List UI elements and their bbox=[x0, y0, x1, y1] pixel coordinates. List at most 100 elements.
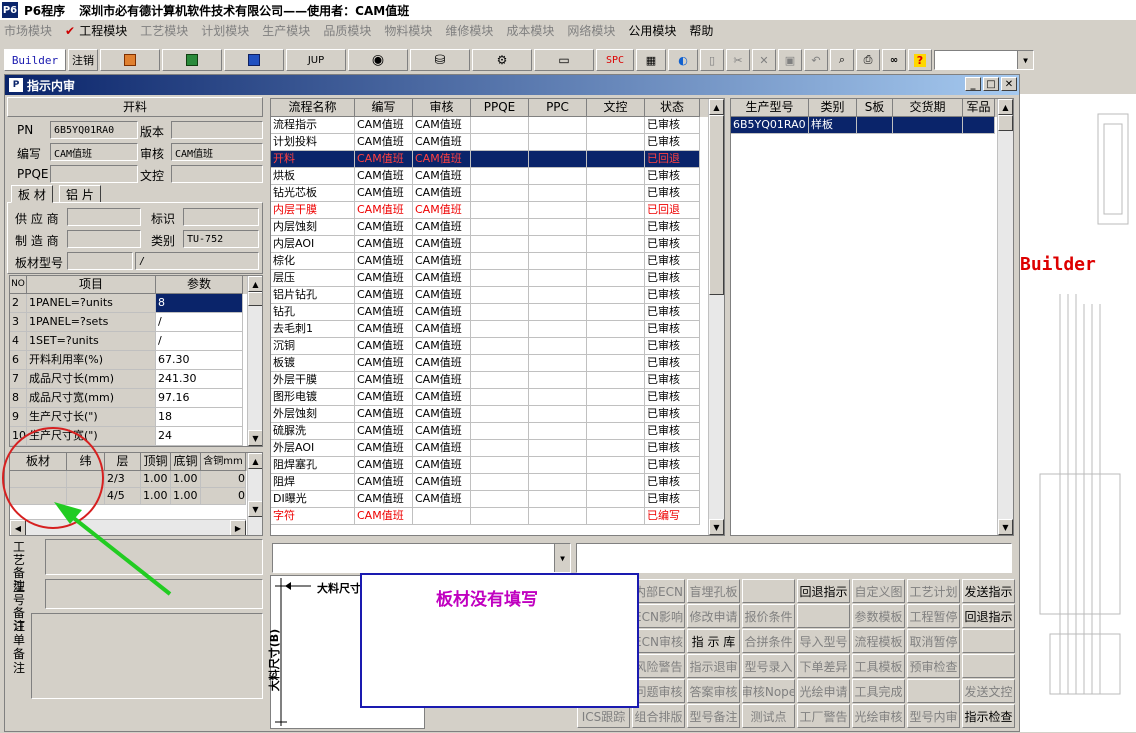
scroll-down-icon[interactable]: ▼ bbox=[248, 430, 262, 446]
category-field[interactable]: TU-752 bbox=[183, 230, 259, 248]
action-button[interactable]: 组合排版 bbox=[632, 704, 685, 728]
flow-row[interactable]: 棕化 CAM值班 CAM值班 已审核 bbox=[271, 253, 724, 270]
menu-item-6[interactable]: 物料模块 bbox=[384, 22, 432, 39]
action-button[interactable]: 工艺计划 bbox=[907, 579, 960, 603]
flow-row[interactable]: 外层AOI CAM值班 CAM值班 已审核 bbox=[271, 440, 724, 457]
flow-row[interactable]: 图形电镀 CAM值班 CAM值班 已审核 bbox=[271, 389, 724, 406]
action-button[interactable]: 测试点 bbox=[742, 704, 795, 728]
flow-row[interactable]: 阻焊塞孔 CAM值班 CAM值班 已审核 bbox=[271, 457, 724, 474]
flow-row[interactable]: 去毛刺1 CAM值班 CAM值班 已审核 bbox=[271, 321, 724, 338]
cut-button[interactable]: ✂ bbox=[726, 49, 750, 71]
board-model-field-2[interactable]: / bbox=[135, 252, 259, 270]
action-button[interactable]: 下单差异 bbox=[797, 654, 850, 678]
flow-row[interactable]: 内层干膜 CAM值班 CAM值班 已回退 bbox=[271, 202, 724, 219]
close-button[interactable]: ✕ bbox=[1001, 77, 1017, 91]
powerpoint-button[interactable] bbox=[100, 49, 160, 71]
action-button[interactable]: 合拼条件 bbox=[742, 629, 795, 653]
flow-row[interactable]: 外层蚀刻 CAM值班 CAM值班 已审核 bbox=[271, 406, 724, 423]
action-button[interactable]: 流程模板 bbox=[852, 629, 905, 653]
menu-item-7[interactable]: 维修模块 bbox=[445, 22, 493, 39]
menu-item-3[interactable]: 计划模块 bbox=[201, 22, 249, 39]
board-model-field[interactable] bbox=[67, 252, 133, 270]
scroll-thumb[interactable] bbox=[248, 292, 262, 306]
builder-button[interactable]: Builder bbox=[4, 49, 66, 71]
word-button[interactable] bbox=[224, 49, 284, 71]
toolbar-dropdown[interactable]: ▼ bbox=[934, 50, 1034, 70]
menu-item-9[interactable]: 网络模块 bbox=[567, 22, 615, 39]
flow-row[interactable]: 字符 CAM值班 已编写 bbox=[271, 508, 724, 525]
spc-button[interactable]: SPC bbox=[596, 49, 634, 71]
ppqe-field[interactable] bbox=[50, 165, 138, 183]
flow-row[interactable]: 外层干膜 CAM值班 CAM值班 已审核 bbox=[271, 372, 724, 389]
scroll-up-icon[interactable]: ▲ bbox=[248, 276, 262, 292]
action-button[interactable]: 回退指示 bbox=[797, 579, 850, 603]
maker-field[interactable] bbox=[67, 230, 141, 248]
param-row[interactable]: 6 开料利用率(%) 67.30 bbox=[10, 351, 262, 370]
scroll-left-icon[interactable]: ◀ bbox=[10, 520, 26, 535]
action-button[interactable]: 指 示 库 bbox=[687, 629, 740, 653]
menu-item-8[interactable]: 成本模块 bbox=[506, 22, 554, 39]
preview-button[interactable]: ⌕ bbox=[830, 49, 854, 71]
action-button[interactable]: 发送指示 bbox=[962, 579, 1015, 603]
action-button[interactable]: 型号内审 bbox=[907, 704, 960, 728]
action-button[interactable]: 修改申请 bbox=[687, 604, 740, 628]
param-row[interactable]: 8 成品尺寸宽(mm) 97.16 bbox=[10, 389, 262, 408]
excel-button[interactable] bbox=[162, 49, 222, 71]
action-button[interactable]: 审核Nope bbox=[742, 679, 795, 703]
supplier-field[interactable] bbox=[67, 208, 141, 226]
action-button[interactable]: 答案审核 bbox=[687, 679, 740, 703]
computer-button[interactable]: ▭ bbox=[534, 49, 594, 71]
save-button[interactable]: ▣ bbox=[778, 49, 802, 71]
flow-filter-combo[interactable]: ▼ bbox=[272, 543, 571, 573]
param-row[interactable]: 3 1PANEL=?sets / bbox=[10, 313, 262, 332]
flow-row[interactable]: 板镀 CAM值班 CAM值班 已审核 bbox=[271, 355, 724, 372]
craft-note-field[interactable] bbox=[45, 539, 263, 575]
action-button[interactable] bbox=[962, 629, 1015, 653]
database-button[interactable]: ⛁ bbox=[410, 49, 470, 71]
scroll-down-icon[interactable]: ▼ bbox=[998, 519, 1013, 535]
view-button[interactable]: ◉ bbox=[348, 49, 408, 71]
flow-row[interactable]: 内层蚀刻 CAM值班 CAM值班 已审核 bbox=[271, 219, 724, 236]
material-row[interactable]: 2/3 1.00 1.00 0 bbox=[10, 471, 262, 488]
scroll-up-icon[interactable]: ▲ bbox=[248, 453, 262, 469]
scroll-right-icon[interactable]: ▶ bbox=[230, 520, 246, 535]
help-button[interactable]: ? bbox=[908, 49, 932, 71]
flow-row[interactable]: 铝片钻孔 CAM值班 CAM值班 已审核 bbox=[271, 287, 724, 304]
undo-button[interactable]: ↶ bbox=[804, 49, 828, 71]
action-button[interactable] bbox=[907, 679, 960, 703]
action-button[interactable]: 取消暂停 bbox=[907, 629, 960, 653]
menu-item-5[interactable]: 品质模块 bbox=[323, 22, 371, 39]
network-button[interactable]: ⚙ bbox=[472, 49, 532, 71]
mark-field[interactable] bbox=[183, 208, 259, 226]
flow-row[interactable]: 计划投料 CAM值班 CAM值班 已审核 bbox=[271, 134, 724, 151]
flow-scrollbar[interactable]: ▲ ▼ bbox=[708, 99, 724, 535]
action-button[interactable] bbox=[797, 604, 850, 628]
action-button[interactable]: 光绘申请 bbox=[797, 679, 850, 703]
param-row[interactable]: 7 成品尺寸长(mm) 241.30 bbox=[10, 370, 262, 389]
minimize-button[interactable]: _ bbox=[965, 77, 981, 91]
browser-button[interactable]: ◐ bbox=[668, 49, 698, 71]
action-button[interactable]: 盲埋孔板 bbox=[687, 579, 740, 603]
action-button[interactable]: 内部ECN bbox=[632, 579, 685, 603]
action-button[interactable]: 发送文控 bbox=[962, 679, 1015, 703]
material-row[interactable]: 4/5 1.00 1.00 0 bbox=[10, 488, 262, 505]
flow-row[interactable]: 烘板 CAM值班 CAM值班 已审核 bbox=[271, 168, 724, 185]
flow-row[interactable]: 钻光芯板 CAM值班 CAM值班 已审核 bbox=[271, 185, 724, 202]
calculator-button[interactable]: ▦ bbox=[636, 49, 666, 71]
menu-item-10[interactable]: 公用模块 bbox=[628, 22, 676, 39]
maximize-button[interactable]: □ bbox=[983, 77, 999, 91]
menu-item-4[interactable]: 生产模块 bbox=[262, 22, 310, 39]
scroll-up-icon[interactable]: ▲ bbox=[998, 99, 1013, 115]
flow-row[interactable]: 钻孔 CAM值班 CAM值班 已审核 bbox=[271, 304, 724, 321]
action-button[interactable] bbox=[742, 579, 795, 603]
scroll-down-icon[interactable]: ▼ bbox=[248, 501, 262, 517]
find-button[interactable]: ∞ bbox=[882, 49, 906, 71]
logout-button[interactable]: 注销 bbox=[68, 49, 98, 71]
flow-row[interactable]: DI曝光 CAM值班 CAM值班 已审核 bbox=[271, 491, 724, 508]
new-button[interactable]: ▯ bbox=[700, 49, 724, 71]
doc-control-field[interactable] bbox=[171, 165, 263, 183]
action-button[interactable]: 工具完成 bbox=[852, 679, 905, 703]
version-field[interactable] bbox=[171, 121, 263, 139]
param-row[interactable]: 4 1SET=?units / bbox=[10, 332, 262, 351]
scroll-thumb[interactable] bbox=[998, 115, 1013, 131]
